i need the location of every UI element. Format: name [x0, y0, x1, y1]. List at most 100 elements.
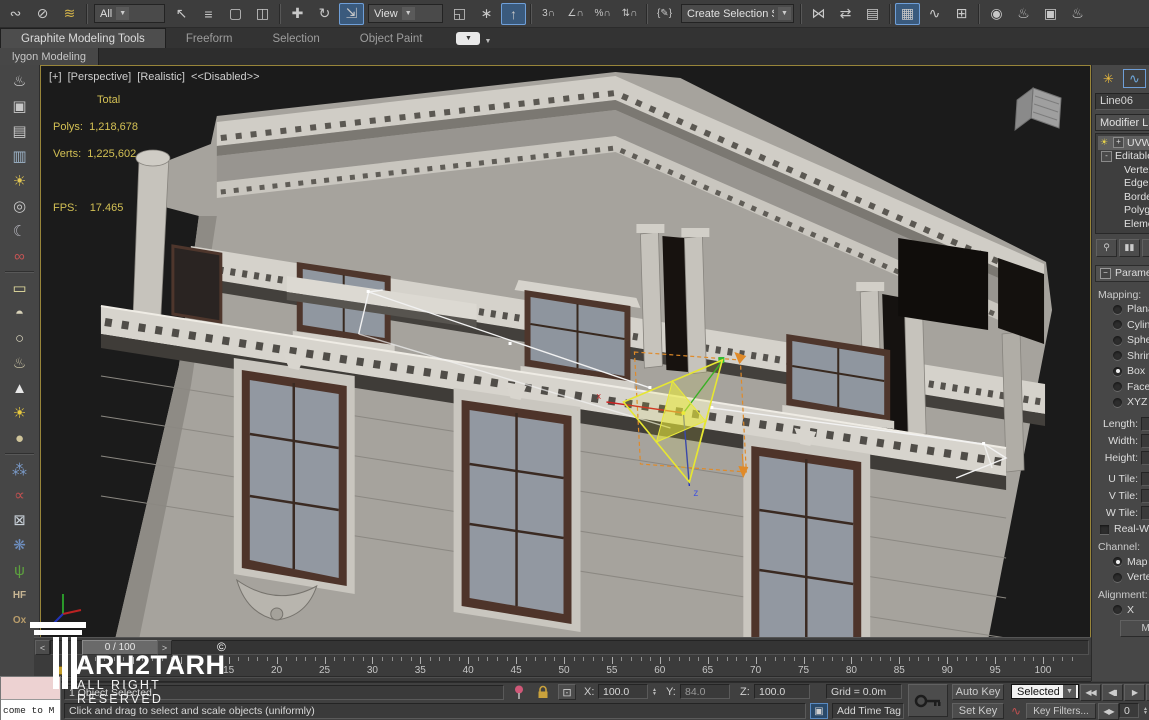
channel-option-vertex-color-channel[interactable]: Vertex Color Channel	[1092, 570, 1149, 586]
modifier-list-dropdown[interactable]: Modifier List	[1095, 114, 1149, 131]
key-mode-toggle-button[interactable]: ◀▶	[1098, 703, 1119, 720]
dome-primitive-icon[interactable]: ◓	[4, 301, 36, 325]
select-and-manipulate-icon[interactable]: ∗	[474, 3, 499, 25]
set-key-button[interactable]: Set Key	[952, 703, 1004, 719]
percent-snap-icon[interactable]: %∩	[590, 3, 615, 25]
rock-flower-icon[interactable]: ❋	[4, 533, 36, 557]
mapping-option-spherical[interactable]: Spherical	[1092, 333, 1149, 349]
plane-gizmo-icon[interactable]: ⊠	[4, 508, 36, 532]
radio-icon[interactable]	[1113, 320, 1122, 329]
render-setup-icon[interactable]: ♨	[1011, 3, 1036, 25]
edit-named-selection-sets-icon[interactable]: {✎}	[652, 3, 677, 25]
z-coordinate-field[interactable]: 100.0	[754, 684, 810, 699]
stack-item-editable-poly[interactable]: -Editable Poly	[1098, 150, 1149, 164]
key-filters-button[interactable]: Key Filters...	[1026, 703, 1096, 719]
add-time-tag[interactable]: Add Time Tag	[832, 703, 904, 719]
absolute-offset-mode-icon[interactable]: ⊡	[558, 684, 576, 700]
tab-polygon-modeling[interactable]: lygon Modeling	[0, 48, 99, 65]
rectangular-selection-region-icon[interactable]: ▢	[223, 3, 248, 25]
value-field[interactable]	[1141, 451, 1149, 465]
radio-icon[interactable]	[1113, 557, 1122, 566]
value-field[interactable]	[1141, 472, 1149, 486]
stack-item-polygon[interactable]: Polygon	[1098, 204, 1149, 218]
cone-primitive-icon[interactable]: ▲	[4, 376, 36, 400]
graphite-ribbon-toggle-icon[interactable]: ▦	[895, 3, 920, 25]
frame-spinner[interactable]: ▲▼	[1140, 703, 1149, 718]
select-and-rotate-icon[interactable]: ↻	[312, 3, 337, 25]
listener-pane[interactable]: come to M	[1, 700, 60, 720]
layer-manager-icon[interactable]: ▤	[860, 3, 885, 25]
material-editor-icon[interactable]: ◉	[984, 3, 1009, 25]
light-lister-icon[interactable]: ☀	[4, 169, 36, 193]
render-setup-dialog-icon[interactable]: ▤	[4, 119, 36, 143]
molecule-spheres-icon[interactable]: ∝	[4, 483, 36, 507]
teapot-primitive-icon[interactable]: ♨	[4, 351, 36, 375]
named-selection-sets-dropdown[interactable]: Create Selection Se▼	[681, 4, 794, 23]
minimize-ribbon-icon[interactable]: ▼	[456, 32, 480, 45]
viewport-shading-menu[interactable]: [Realistic]	[137, 71, 185, 83]
ribbon-tab-graphite-modeling-tools[interactable]: Graphite Modeling Tools	[0, 28, 166, 48]
x-spinner[interactable]: ▲▼	[649, 684, 660, 699]
current-frame-field[interactable]: 0	[1119, 703, 1139, 718]
align-icon[interactable]: ⇄	[833, 3, 858, 25]
sphere-primitive-icon[interactable]: ○	[4, 326, 36, 350]
curve-editor-icon[interactable]: ∿	[922, 3, 947, 25]
ribbon-tab-freeform[interactable]: Freeform	[166, 29, 253, 48]
viewport-pov-menu[interactable]: [Perspective]	[68, 71, 132, 83]
value-field[interactable]	[1141, 417, 1149, 431]
auto-key-button[interactable]: Auto Key	[952, 684, 1004, 700]
camera-icon[interactable]: ◎	[4, 194, 36, 218]
lightbulb-icon[interactable]: ☀	[1098, 137, 1110, 148]
key-selection-set-dropdown[interactable]: Selected▼	[1011, 684, 1079, 699]
isolate-selection-toggle-icon[interactable]: ▣	[810, 703, 828, 719]
mapping-option-face[interactable]: Face	[1092, 379, 1149, 395]
select-and-scale-icon[interactable]: ⇲	[339, 3, 364, 25]
set-key-mode-key-icon[interactable]	[908, 684, 948, 717]
y-coordinate-field[interactable]: 84.0	[680, 684, 730, 699]
previous-frame-arrow[interactable]: <	[35, 640, 50, 655]
radio-icon[interactable]	[1113, 573, 1122, 582]
selection-lock-icon[interactable]	[534, 684, 552, 700]
mapping-option-box[interactable]: Box	[1092, 364, 1149, 380]
checkbox-icon[interactable]	[1100, 525, 1109, 534]
mirror-icon[interactable]: ⋈	[806, 3, 831, 25]
mapping-option-xyz-to-uvw[interactable]: XYZ to UVW	[1092, 395, 1149, 411]
stack-item-border[interactable]: Border	[1098, 190, 1149, 204]
reference-coordinate-system-dropdown[interactable]: View▼	[368, 4, 443, 23]
manipulate-button[interactable]: Manipulate	[1120, 620, 1149, 637]
chevron-down-icon[interactable]: ▼	[484, 38, 491, 45]
rendered-frame-window-icon[interactable]: ▣	[4, 94, 36, 118]
render-production-icon[interactable]: ♨	[1065, 3, 1090, 25]
expand-toggle-icon[interactable]: +	[1113, 137, 1124, 148]
expand-toggle-icon[interactable]: -	[1101, 151, 1112, 162]
radio-icon[interactable]	[1113, 305, 1122, 314]
play-button[interactable]: ▶	[1124, 684, 1145, 701]
next-frame-arrow[interactable]: >	[157, 640, 172, 655]
ribbon-tab-object-paint[interactable]: Object Paint	[340, 29, 443, 48]
parameters-rollout-header[interactable]: − Parameters	[1095, 265, 1149, 282]
x-coordinate-field[interactable]: 100.0	[598, 684, 648, 699]
make-unique-button[interactable]: ∪	[1142, 239, 1149, 257]
ribbon-tab-selection[interactable]: Selection	[252, 29, 339, 48]
stack-item-vertex[interactable]: Vertex	[1098, 163, 1149, 177]
stereo-camera-icon[interactable]: ∞	[4, 244, 36, 268]
radio-icon[interactable]	[1113, 398, 1122, 407]
select-and-move-icon[interactable]: ✚	[285, 3, 310, 25]
channel-option-map-channel-[interactable]: Map Channel:	[1092, 554, 1149, 570]
mapping-option-planar[interactable]: Planar	[1092, 302, 1149, 318]
alignment-x-radio[interactable]: X	[1092, 602, 1149, 618]
selection-filter-dropdown[interactable]: All▼	[94, 4, 165, 23]
value-field[interactable]	[1141, 434, 1149, 448]
angle-snap-icon[interactable]: ∠∩	[563, 3, 588, 25]
snaps-toggle-icon[interactable]: 3∩	[536, 3, 561, 25]
use-pivot-point-center-icon[interactable]: ◱	[447, 3, 472, 25]
real-world-checkbox-row[interactable]: Real-World Map Size	[1092, 521, 1149, 537]
perspective-viewport[interactable]: z x	[40, 65, 1091, 641]
keyboard-shortcut-override-icon[interactable]: ↑	[501, 3, 526, 25]
track-bar[interactable]: 1520253035404550556065707580859095100	[34, 655, 1091, 682]
rendered-frame-window-icon[interactable]: ▣	[1038, 3, 1063, 25]
show-end-result-button[interactable]: ▮▮	[1119, 239, 1140, 257]
plane-primitive-icon[interactable]: ▭	[4, 276, 36, 300]
create-tab-icon[interactable]: ✳	[1097, 69, 1120, 88]
bind-to-space-warp-icon[interactable]: ≋	[57, 3, 82, 25]
